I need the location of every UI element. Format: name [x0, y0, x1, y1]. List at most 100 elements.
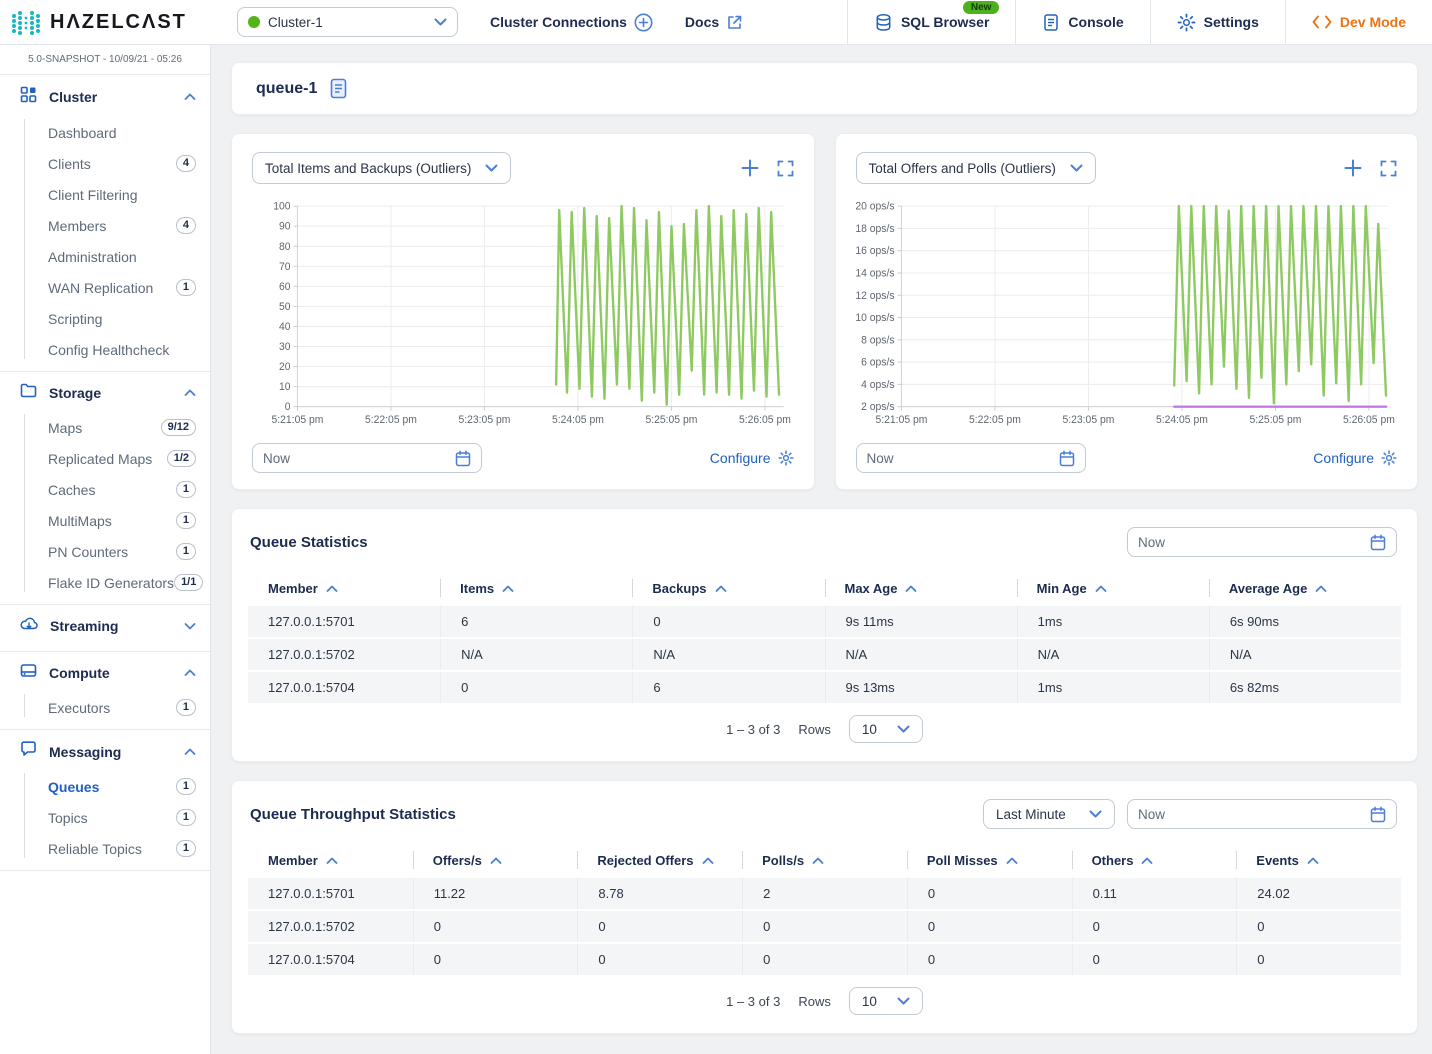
- fullscreen-button[interactable]: [777, 160, 794, 177]
- sidebar-section-header-streaming[interactable]: Streaming: [0, 605, 210, 645]
- sidebar-item-dashboard[interactable]: Dashboard: [0, 117, 210, 148]
- sidebar-section-header-cluster[interactable]: Cluster: [0, 75, 210, 117]
- sidebar-item-scripting[interactable]: Scripting: [0, 303, 210, 334]
- configure-link-left[interactable]: Configure: [710, 450, 794, 466]
- configure-link-right[interactable]: Configure: [1313, 450, 1397, 466]
- queue-stats-time-picker[interactable]: [1127, 527, 1397, 557]
- metric-selector-left[interactable]: Total Items and Backups (Outliers): [252, 152, 511, 184]
- svg-text:5:25:05 pm: 5:25:05 pm: [645, 414, 697, 426]
- gear-icon: [1381, 450, 1397, 466]
- column-header-min-age[interactable]: Min Age: [1017, 573, 1209, 606]
- count-badge: 9/12: [161, 419, 196, 436]
- sidebar-section-header-storage[interactable]: Storage: [0, 372, 210, 412]
- column-header-label: Rejected Offers: [597, 853, 693, 868]
- fullscreen-button[interactable]: [1380, 160, 1397, 177]
- column-header-polls-s[interactable]: Polls/s: [742, 845, 907, 878]
- chevron-up-icon: [184, 88, 196, 106]
- svg-text:5:24:05 pm: 5:24:05 pm: [552, 414, 604, 426]
- sidebar-item-members[interactable]: Members4: [0, 210, 210, 241]
- count-badge: 1: [176, 809, 196, 826]
- chevron-down-icon: [485, 164, 498, 173]
- sidebar-item-clients[interactable]: Clients4: [0, 148, 210, 179]
- throughput-time-picker[interactable]: [1127, 799, 1397, 829]
- sidebar-section-header-compute[interactable]: Compute: [0, 652, 210, 692]
- table-cell: 0: [742, 911, 907, 942]
- svg-text:20 ops/s: 20 ops/s: [856, 201, 895, 213]
- sidebar-item-flake-id-generators[interactable]: Flake ID Generators1/1: [0, 567, 210, 598]
- chevron-up-icon: [184, 664, 196, 682]
- svg-text:100: 100: [273, 201, 290, 213]
- column-header-backups[interactable]: Backups: [632, 573, 824, 606]
- sidebar-item-pn-counters[interactable]: PN Counters1: [0, 536, 210, 567]
- settings-button[interactable]: Settings: [1150, 0, 1285, 44]
- sort-asc-icon: [1141, 857, 1153, 865]
- time-picker-left-input[interactable]: [263, 451, 447, 466]
- cloud-icon: [20, 616, 38, 636]
- version-label: 5.0-SNAPSHOT - 10/09/21 - 05:26: [0, 45, 210, 75]
- column-header-max-age[interactable]: Max Age: [825, 573, 1017, 606]
- time-picker-right[interactable]: [856, 443, 1086, 473]
- column-header-offers-s[interactable]: Offers/s: [413, 845, 578, 878]
- time-picker-right-input[interactable]: [867, 451, 1051, 466]
- sql-browser-button[interactable]: New SQL Browser: [847, 0, 1015, 44]
- table-cell: 6: [440, 606, 632, 637]
- dev-mode-button[interactable]: Dev Mode: [1285, 0, 1432, 44]
- sidebar-item-label: MultiMaps: [48, 513, 176, 529]
- items-backups-chart: 01020304050607080901005:21:05 pm5:22:05 …: [252, 198, 794, 433]
- column-header-label: Items: [460, 581, 494, 596]
- period-select[interactable]: Last Minute: [983, 799, 1115, 829]
- calendar-icon: [1059, 450, 1075, 467]
- column-header-events[interactable]: Events: [1236, 845, 1401, 878]
- sidebar-item-label: Client Filtering: [48, 187, 196, 203]
- metric-selector-right[interactable]: Total Offers and Polls (Outliers): [856, 152, 1096, 184]
- grid-icon: [20, 86, 37, 108]
- sidebar-item-client-filtering[interactable]: Client Filtering: [0, 179, 210, 210]
- sidebar-item-maps[interactable]: Maps9/12: [0, 412, 210, 443]
- console-button[interactable]: Console: [1015, 0, 1149, 44]
- column-header-others[interactable]: Others: [1072, 845, 1237, 878]
- table-cell: 127.0.0.1:5704: [248, 672, 440, 703]
- column-header-label: Average Age: [1229, 581, 1308, 596]
- sidebar-item-config-healthcheck[interactable]: Config Healthcheck: [0, 334, 210, 365]
- chevron-up-icon: [184, 743, 196, 761]
- column-header-items[interactable]: Items: [440, 573, 632, 606]
- table-cell: 9s 11ms: [825, 606, 1017, 637]
- rows-per-page-select[interactable]: 10: [849, 987, 923, 1015]
- add-chart-button[interactable]: [741, 159, 759, 177]
- sidebar-section-label: Messaging: [49, 744, 172, 760]
- sidebar-item-executors[interactable]: Executors1: [0, 692, 210, 723]
- sidebar-item-topics[interactable]: Topics1: [0, 802, 210, 833]
- sidebar-item-wan-replication[interactable]: WAN Replication1: [0, 272, 210, 303]
- sidebar-section-header-messaging[interactable]: Messaging: [0, 730, 210, 771]
- table-cell: 6s 82ms: [1209, 672, 1401, 703]
- sidebar-item-replicated-maps[interactable]: Replicated Maps1/2: [0, 443, 210, 474]
- folder-icon: [20, 383, 37, 403]
- sidebar-item-reliable-topics[interactable]: Reliable Topics1: [0, 833, 210, 864]
- throughput-time-input[interactable]: [1138, 807, 1362, 822]
- sidebar-item-queues[interactable]: Queues1: [0, 771, 210, 802]
- cluster-selector[interactable]: Cluster-1: [237, 7, 458, 37]
- column-header-poll-misses[interactable]: Poll Misses: [907, 845, 1072, 878]
- document-icon[interactable]: [329, 78, 348, 99]
- table-header-row: Member Items BackupsMax AgeMin Age Average …: [248, 573, 1401, 606]
- queue-stats-time-input[interactable]: [1138, 535, 1362, 550]
- sidebar-item-caches[interactable]: Caches1: [0, 474, 210, 505]
- rows-per-page-select[interactable]: 10: [849, 715, 923, 743]
- column-header-average-age[interactable]: Average Age: [1209, 573, 1401, 606]
- cluster-connections-button[interactable]: Cluster Connections: [490, 13, 653, 32]
- sidebar-item-multimaps[interactable]: MultiMaps1: [0, 505, 210, 536]
- sidebar-item-label: Queues: [48, 779, 176, 795]
- add-chart-button[interactable]: [1344, 159, 1362, 177]
- table-cell: 0: [742, 944, 907, 975]
- column-header-member[interactable]: Member: [248, 845, 413, 878]
- svg-text:5:23:05 pm: 5:23:05 pm: [458, 414, 510, 426]
- svg-text:20: 20: [279, 361, 291, 373]
- column-header-member[interactable]: Member: [248, 573, 440, 606]
- sidebar-item-label: Caches: [48, 482, 176, 498]
- fullscreen-icon: [777, 160, 794, 177]
- sidebar-item-administration[interactable]: Administration: [0, 241, 210, 272]
- column-header-rejected-offers[interactable]: Rejected Offers: [577, 845, 742, 878]
- time-picker-left[interactable]: [252, 443, 482, 473]
- queue-statistics-card: Queue Statistics Membe: [231, 508, 1418, 762]
- docs-link[interactable]: Docs: [685, 14, 743, 31]
